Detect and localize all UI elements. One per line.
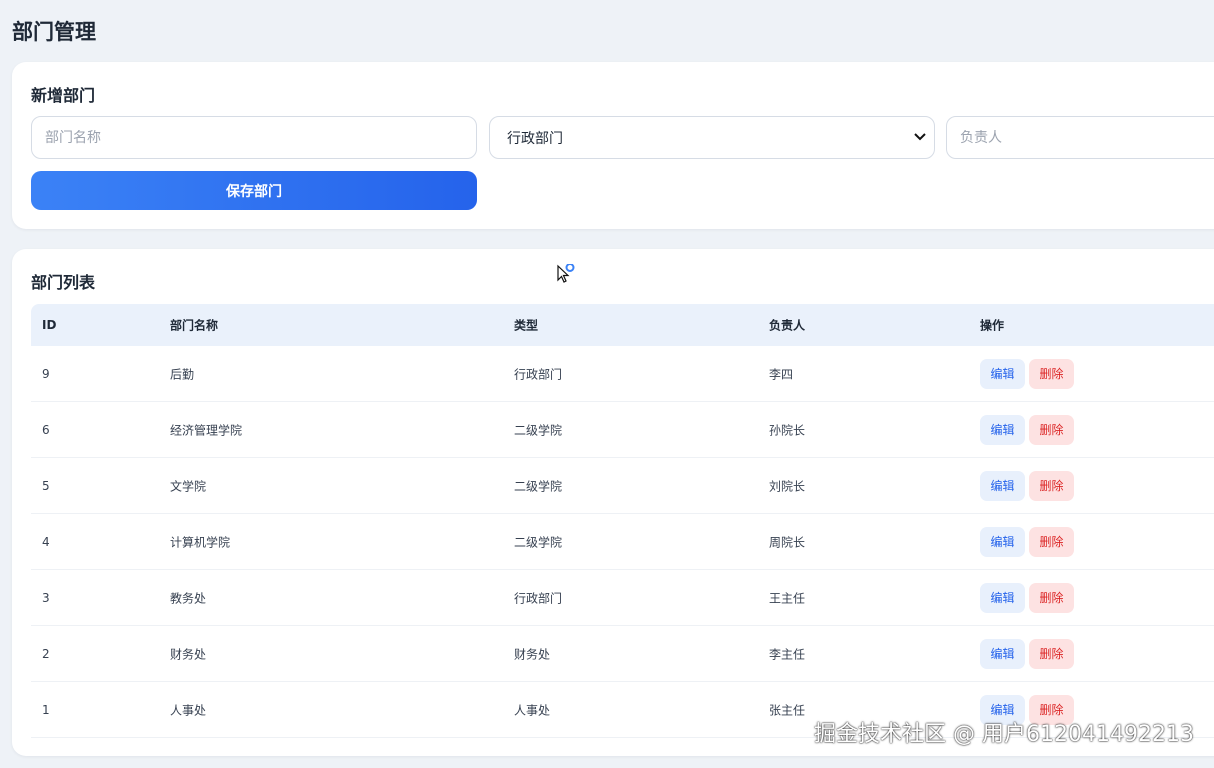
row-id: 4 — [42, 534, 50, 549]
delete-button[interactable]: 删除 — [1029, 358, 1074, 389]
column-header-name: 部门名称 — [170, 318, 219, 333]
row-owner: 王主任 — [769, 591, 806, 605]
row-owner: 李主任 — [769, 647, 806, 661]
department-owner-input[interactable] — [960, 129, 1214, 146]
department-list-title: 部门列表 — [31, 273, 96, 292]
row-name: 后勤 — [170, 367, 195, 381]
watermark: 掘金技术社区 @ 用户612041492213 — [814, 722, 1194, 747]
row-name: 财务处 — [170, 647, 207, 661]
row-name: 计算机学院 — [170, 535, 231, 549]
row-type: 行政部门 — [514, 367, 563, 381]
row-actions: 编辑 删除 — [980, 414, 1074, 445]
table-row: 9 后勤 行政部门 李四 编辑 删除 — [31, 346, 1214, 402]
row-actions: 编辑 删除 — [980, 470, 1074, 501]
row-type: 财务处 — [514, 647, 551, 661]
department-name-input[interactable] — [45, 129, 463, 146]
row-type: 人事处 — [514, 703, 551, 717]
column-header-owner: 负责人 — [769, 318, 806, 333]
row-owner: 孙院长 — [769, 423, 806, 437]
row-id: 6 — [42, 422, 50, 437]
row-actions: 编辑 删除 — [980, 638, 1074, 669]
chevron-down-icon — [914, 131, 926, 144]
column-header-id: ID — [42, 318, 57, 332]
row-id: 5 — [42, 478, 50, 493]
row-id: 1 — [42, 702, 50, 717]
add-department-title: 新增部门 — [31, 86, 96, 105]
row-id: 2 — [42, 646, 50, 661]
table-row: 6 经济管理学院 二级学院 孙院长 编辑 删除 — [31, 402, 1214, 458]
row-type: 二级学院 — [514, 535, 563, 549]
row-owner: 周院长 — [769, 535, 806, 549]
row-name: 教务处 — [170, 591, 207, 605]
department-type-select[interactable]: 行政部门 — [489, 116, 935, 159]
row-type: 二级学院 — [514, 479, 563, 493]
row-type: 行政部门 — [514, 591, 563, 605]
department-type-value: 行政部门 — [507, 130, 563, 147]
mouse-cursor-icon — [556, 263, 580, 288]
row-owner: 李四 — [769, 367, 794, 381]
delete-button[interactable]: 删除 — [1029, 582, 1074, 613]
department-owner-field[interactable] — [946, 116, 1214, 159]
table-row: 5 文学院 二级学院 刘院长 编辑 删除 — [31, 458, 1214, 514]
save-department-button[interactable]: 保存部门 — [31, 171, 477, 210]
edit-button[interactable]: 编辑 — [980, 358, 1025, 389]
delete-button[interactable]: 删除 — [1029, 526, 1074, 557]
edit-button[interactable]: 编辑 — [980, 638, 1025, 669]
row-actions: 编辑 删除 — [980, 526, 1074, 557]
row-name: 文学院 — [170, 479, 207, 493]
row-id: 3 — [42, 590, 50, 605]
row-id: 9 — [42, 366, 50, 381]
edit-button[interactable]: 编辑 — [980, 582, 1025, 613]
edit-button[interactable]: 编辑 — [980, 414, 1025, 445]
row-owner: 张主任 — [769, 703, 806, 717]
table-row: 3 教务处 行政部门 王主任 编辑 删除 — [31, 570, 1214, 626]
department-table: ID 部门名称 类型 负责人 操作 9 后勤 行政部门 李四 编辑 删除 6 经… — [31, 304, 1214, 738]
table-row: 4 计算机学院 二级学院 周院长 编辑 删除 — [31, 514, 1214, 570]
row-name: 经济管理学院 — [170, 423, 243, 437]
page-title: 部门管理 — [12, 20, 96, 44]
delete-button[interactable]: 删除 — [1029, 470, 1074, 501]
row-actions: 编辑 删除 — [980, 582, 1074, 613]
row-owner: 刘院长 — [769, 479, 806, 493]
department-name-field[interactable] — [31, 116, 477, 159]
column-header-actions: 操作 — [980, 318, 1005, 333]
row-type: 二级学院 — [514, 423, 563, 437]
delete-button[interactable]: 删除 — [1029, 638, 1074, 669]
table-header: ID 部门名称 类型 负责人 操作 — [31, 304, 1214, 346]
column-header-type: 类型 — [514, 318, 539, 333]
department-list-card: 部门列表 ID 部门名称 类型 负责人 操作 9 后勤 行政部门 李四 编辑 删… — [12, 249, 1214, 756]
delete-button[interactable]: 删除 — [1029, 414, 1074, 445]
edit-button[interactable]: 编辑 — [980, 526, 1025, 557]
row-actions: 编辑 删除 — [980, 358, 1074, 389]
table-row: 2 财务处 财务处 李主任 编辑 删除 — [31, 626, 1214, 682]
edit-button[interactable]: 编辑 — [980, 470, 1025, 501]
add-department-card: 新增部门 行政部门 保存部门 — [12, 62, 1214, 229]
row-name: 人事处 — [170, 703, 207, 717]
